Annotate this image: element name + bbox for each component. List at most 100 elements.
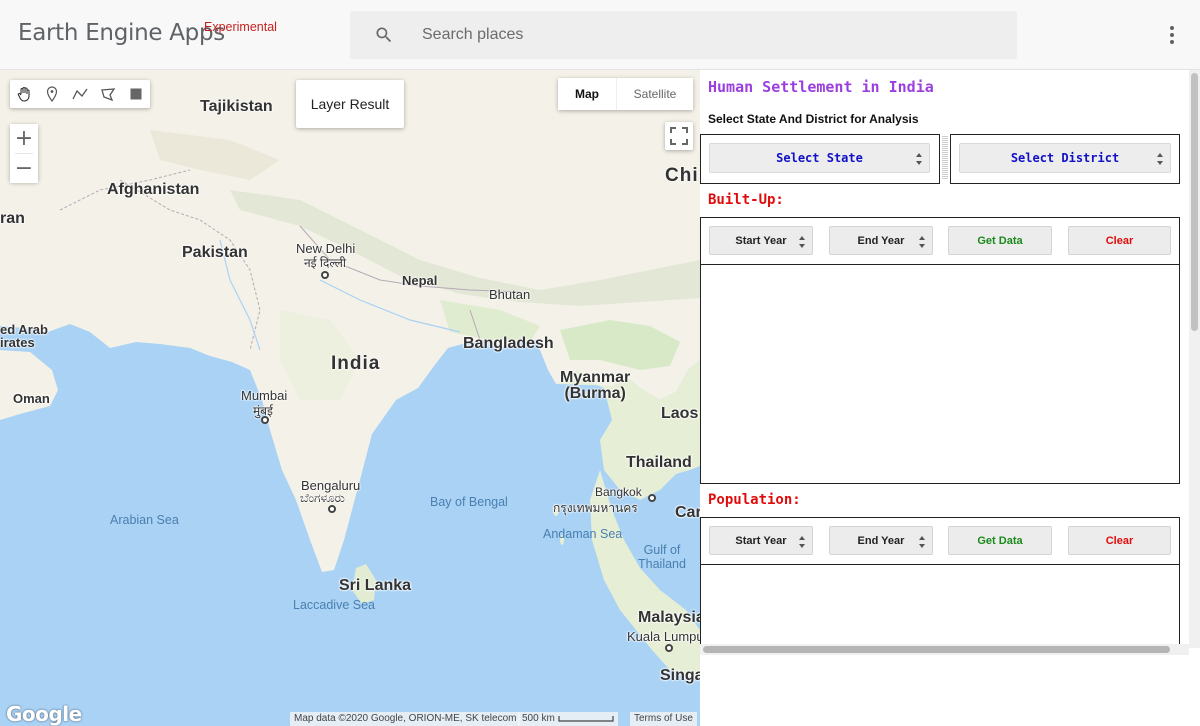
drawing-toolbar bbox=[10, 80, 150, 108]
select-arrows-icon bbox=[1157, 153, 1163, 165]
population-end-year-label: End Year bbox=[857, 534, 905, 547]
label-new-delhi-hindi: नई दिल्ली bbox=[304, 256, 347, 270]
map-type-map-button[interactable]: Map bbox=[558, 78, 616, 110]
map-type-satellite-button[interactable]: Satellite bbox=[616, 78, 693, 110]
state-select-label: Select State bbox=[776, 151, 863, 165]
label-bay-of-bengal: Bay of Bengal bbox=[430, 495, 508, 509]
population-controls: Start Year End Year Get Data Clear bbox=[700, 517, 1180, 565]
city-marker-bengaluru bbox=[328, 505, 336, 513]
label-india: India bbox=[331, 353, 381, 374]
google-logo[interactable]: Google bbox=[6, 702, 82, 726]
population-end-year-select[interactable]: End Year bbox=[829, 526, 933, 555]
label-kuala-lumpur: Kuala Lumpu bbox=[627, 629, 700, 644]
label-laos: Laos bbox=[661, 405, 699, 422]
label-cambodia: Car bbox=[675, 504, 700, 521]
builtup-chart-area bbox=[700, 264, 1180, 484]
label-bangladesh: Bangladesh bbox=[463, 335, 554, 352]
draw-polygon-icon[interactable] bbox=[94, 80, 122, 108]
city-marker-bangkok bbox=[648, 494, 656, 502]
draw-rectangle-icon[interactable] bbox=[122, 80, 150, 108]
label-afghanistan: Afghanistan bbox=[107, 181, 200, 198]
district-select[interactable]: Select District bbox=[959, 143, 1171, 173]
pan-hand-icon[interactable] bbox=[10, 80, 38, 108]
select-arrows-icon bbox=[799, 536, 805, 548]
state-select[interactable]: Select State bbox=[709, 143, 930, 173]
label-oman: Oman bbox=[13, 391, 50, 406]
horizontal-scrollbar-thumb[interactable] bbox=[703, 646, 1170, 653]
population-start-year-label: Start Year bbox=[735, 534, 787, 547]
population-start-year-select[interactable]: Start Year bbox=[709, 526, 813, 555]
label-uae: ed Arab irates bbox=[0, 322, 48, 350]
panel-subtitle: Select State And District for Analysis bbox=[708, 112, 919, 126]
population-label: Population: bbox=[708, 492, 801, 508]
city-marker-kuala-lumpur bbox=[665, 644, 673, 652]
label-china: Chi bbox=[665, 165, 699, 186]
scale-bar-icon bbox=[558, 716, 614, 722]
label-iran: ran bbox=[0, 210, 25, 227]
builtup-start-year-label: Start Year bbox=[735, 234, 787, 247]
map-type-control: Map Satellite bbox=[558, 78, 693, 110]
builtup-clear-button[interactable]: Clear bbox=[1068, 226, 1171, 255]
select-arrows-icon bbox=[919, 536, 925, 548]
city-marker-mumbai bbox=[261, 416, 269, 424]
fullscreen-button[interactable] bbox=[665, 122, 693, 150]
zoom-out-button[interactable]: − bbox=[10, 154, 38, 183]
label-bengaluru-kannada: ಬೆಂಗಳೂರು bbox=[300, 491, 345, 505]
label-arabian-sea: Arabian Sea bbox=[110, 513, 179, 527]
marker-point-icon[interactable] bbox=[38, 80, 66, 108]
map-canvas[interactable]: Tajikistan Afghanistan Pakistan New Delh… bbox=[0, 70, 700, 726]
label-singapore: Singa bbox=[660, 667, 700, 684]
population-get-data-button[interactable]: Get Data bbox=[948, 526, 1052, 555]
builtup-end-year-label: End Year bbox=[857, 234, 905, 247]
panel-title: Human Settlement in India bbox=[708, 78, 934, 96]
vertical-scrollbar-thumb[interactable] bbox=[1191, 73, 1198, 331]
search-input[interactable] bbox=[422, 21, 982, 49]
label-mumbai: Mumbai bbox=[241, 388, 288, 403]
label-pakistan: Pakistan bbox=[182, 244, 248, 261]
zoom-in-button[interactable]: + bbox=[10, 124, 38, 153]
select-arrows-icon bbox=[799, 236, 805, 248]
horizontal-scrollbar[interactable] bbox=[700, 644, 1189, 655]
label-myanmar: Myanmar (Burma) bbox=[560, 369, 631, 402]
builtup-get-data-button[interactable]: Get Data bbox=[948, 226, 1052, 255]
city-marker-new-delhi bbox=[321, 271, 329, 279]
map-scale[interactable]: 500 km bbox=[518, 712, 618, 726]
zoom-control: + − bbox=[10, 124, 38, 183]
vertical-scrollbar[interactable] bbox=[1189, 70, 1200, 648]
label-bhutan: Bhutan bbox=[489, 287, 531, 302]
terms-of-use-link[interactable]: Terms of Use bbox=[630, 712, 697, 726]
select-arrows-icon bbox=[919, 236, 925, 248]
district-select-box: Select District bbox=[950, 134, 1180, 184]
app-header: Earth Engine Apps Experimental bbox=[0, 0, 1200, 70]
label-tajikistan: Tajikistan bbox=[200, 98, 273, 115]
builtup-start-year-select[interactable]: Start Year bbox=[709, 226, 813, 255]
fullscreen-icon bbox=[670, 127, 688, 145]
builtup-controls: Start Year End Year Get Data Clear bbox=[700, 217, 1180, 265]
map-scale-label: 500 km bbox=[522, 713, 555, 724]
label-thailand: Thailand bbox=[626, 454, 692, 471]
search-icon[interactable] bbox=[374, 25, 394, 45]
label-bangkok-thai: กรุงเทพมหานคร bbox=[553, 501, 638, 515]
search-box[interactable] bbox=[350, 11, 1017, 59]
draw-line-icon[interactable] bbox=[66, 80, 94, 108]
label-bangkok: Bangkok bbox=[595, 485, 642, 499]
population-chart-area bbox=[700, 564, 1180, 654]
label-laccadive-sea: Laccadive Sea bbox=[293, 598, 376, 612]
splitter-handle-icon[interactable] bbox=[942, 136, 948, 180]
population-clear-button[interactable]: Clear bbox=[1068, 526, 1171, 555]
state-select-box: Select State bbox=[700, 134, 940, 184]
analysis-panel: Human Settlement in India Select State A… bbox=[700, 70, 1200, 726]
builtup-end-year-select[interactable]: End Year bbox=[829, 226, 933, 255]
more-options-icon[interactable] bbox=[1163, 24, 1181, 46]
label-sri-lanka: Sri Lanka bbox=[339, 577, 412, 594]
label-nepal: Nepal bbox=[402, 273, 438, 288]
experimental-tag: Experimental bbox=[204, 20, 277, 34]
map-attribution: Map data ©2020 Google, ORION-ME, SK tele… bbox=[290, 712, 521, 726]
layer-result-button[interactable]: Layer Result bbox=[296, 80, 404, 128]
label-malaysia: Malaysia bbox=[638, 609, 700, 626]
app-brand[interactable]: Earth Engine Apps bbox=[18, 20, 225, 46]
label-andaman-sea: Andaman Sea bbox=[543, 527, 623, 541]
label-gulf-of-thailand: Gulf of Thailand bbox=[638, 543, 686, 571]
builtup-label: Built-Up: bbox=[708, 192, 784, 208]
select-arrows-icon bbox=[916, 153, 922, 165]
